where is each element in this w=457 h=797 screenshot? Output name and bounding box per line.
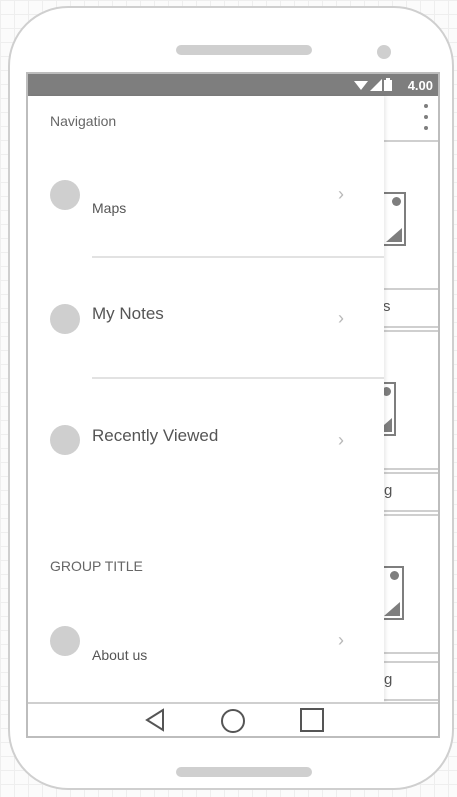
back-icon[interactable] [144, 708, 166, 732]
avatar [50, 304, 80, 334]
nav-item-recently-viewed[interactable]: Recently Viewed › [28, 408, 384, 468]
nav-item-label: Recently Viewed [92, 426, 219, 445]
navigation-drawer: Navigation Maps › My Notes › Recently Vi… [28, 96, 384, 704]
chevron-right-icon: › [338, 630, 344, 650]
battery-icon [384, 78, 392, 91]
avatar [50, 425, 80, 455]
divider [92, 377, 384, 379]
background-button-label: g [384, 482, 393, 499]
nav-item-label: My Notes [92, 304, 164, 323]
background-button-label: s [383, 298, 391, 315]
nav-item-label: Maps [92, 200, 127, 216]
home-icon[interactable] [220, 708, 246, 734]
screen: 4.00 s g g Navigation Maps › My Notes › … [26, 72, 440, 738]
group-title: GROUP TITLE [50, 558, 143, 574]
signal-icon [370, 78, 382, 91]
status-icons [354, 78, 392, 91]
system-navigation-bar [28, 702, 438, 736]
avatar [50, 180, 80, 210]
status-bar: 4.00 [28, 74, 438, 96]
wifi-icon [354, 80, 368, 90]
status-time: 4.00 [407, 78, 433, 93]
nav-item-maps[interactable]: Maps › [28, 172, 384, 232]
chevron-right-icon: › [338, 184, 344, 204]
overflow-menu-icon[interactable] [422, 104, 430, 130]
divider [92, 256, 384, 258]
nav-item-about-us[interactable]: About us › [28, 618, 384, 678]
nav-item-my-notes[interactable]: My Notes › [28, 288, 384, 348]
avatar [50, 626, 80, 656]
speaker-grille [176, 45, 312, 55]
recents-icon[interactable] [300, 708, 324, 732]
front-camera [377, 45, 391, 59]
drawer-header: Navigation [50, 113, 117, 129]
background-button-label: g [384, 671, 393, 688]
nav-item-label: About us [92, 647, 148, 663]
phone-bottom-bar [176, 767, 312, 777]
chevron-right-icon: › [338, 430, 344, 450]
chevron-right-icon: › [338, 308, 344, 328]
